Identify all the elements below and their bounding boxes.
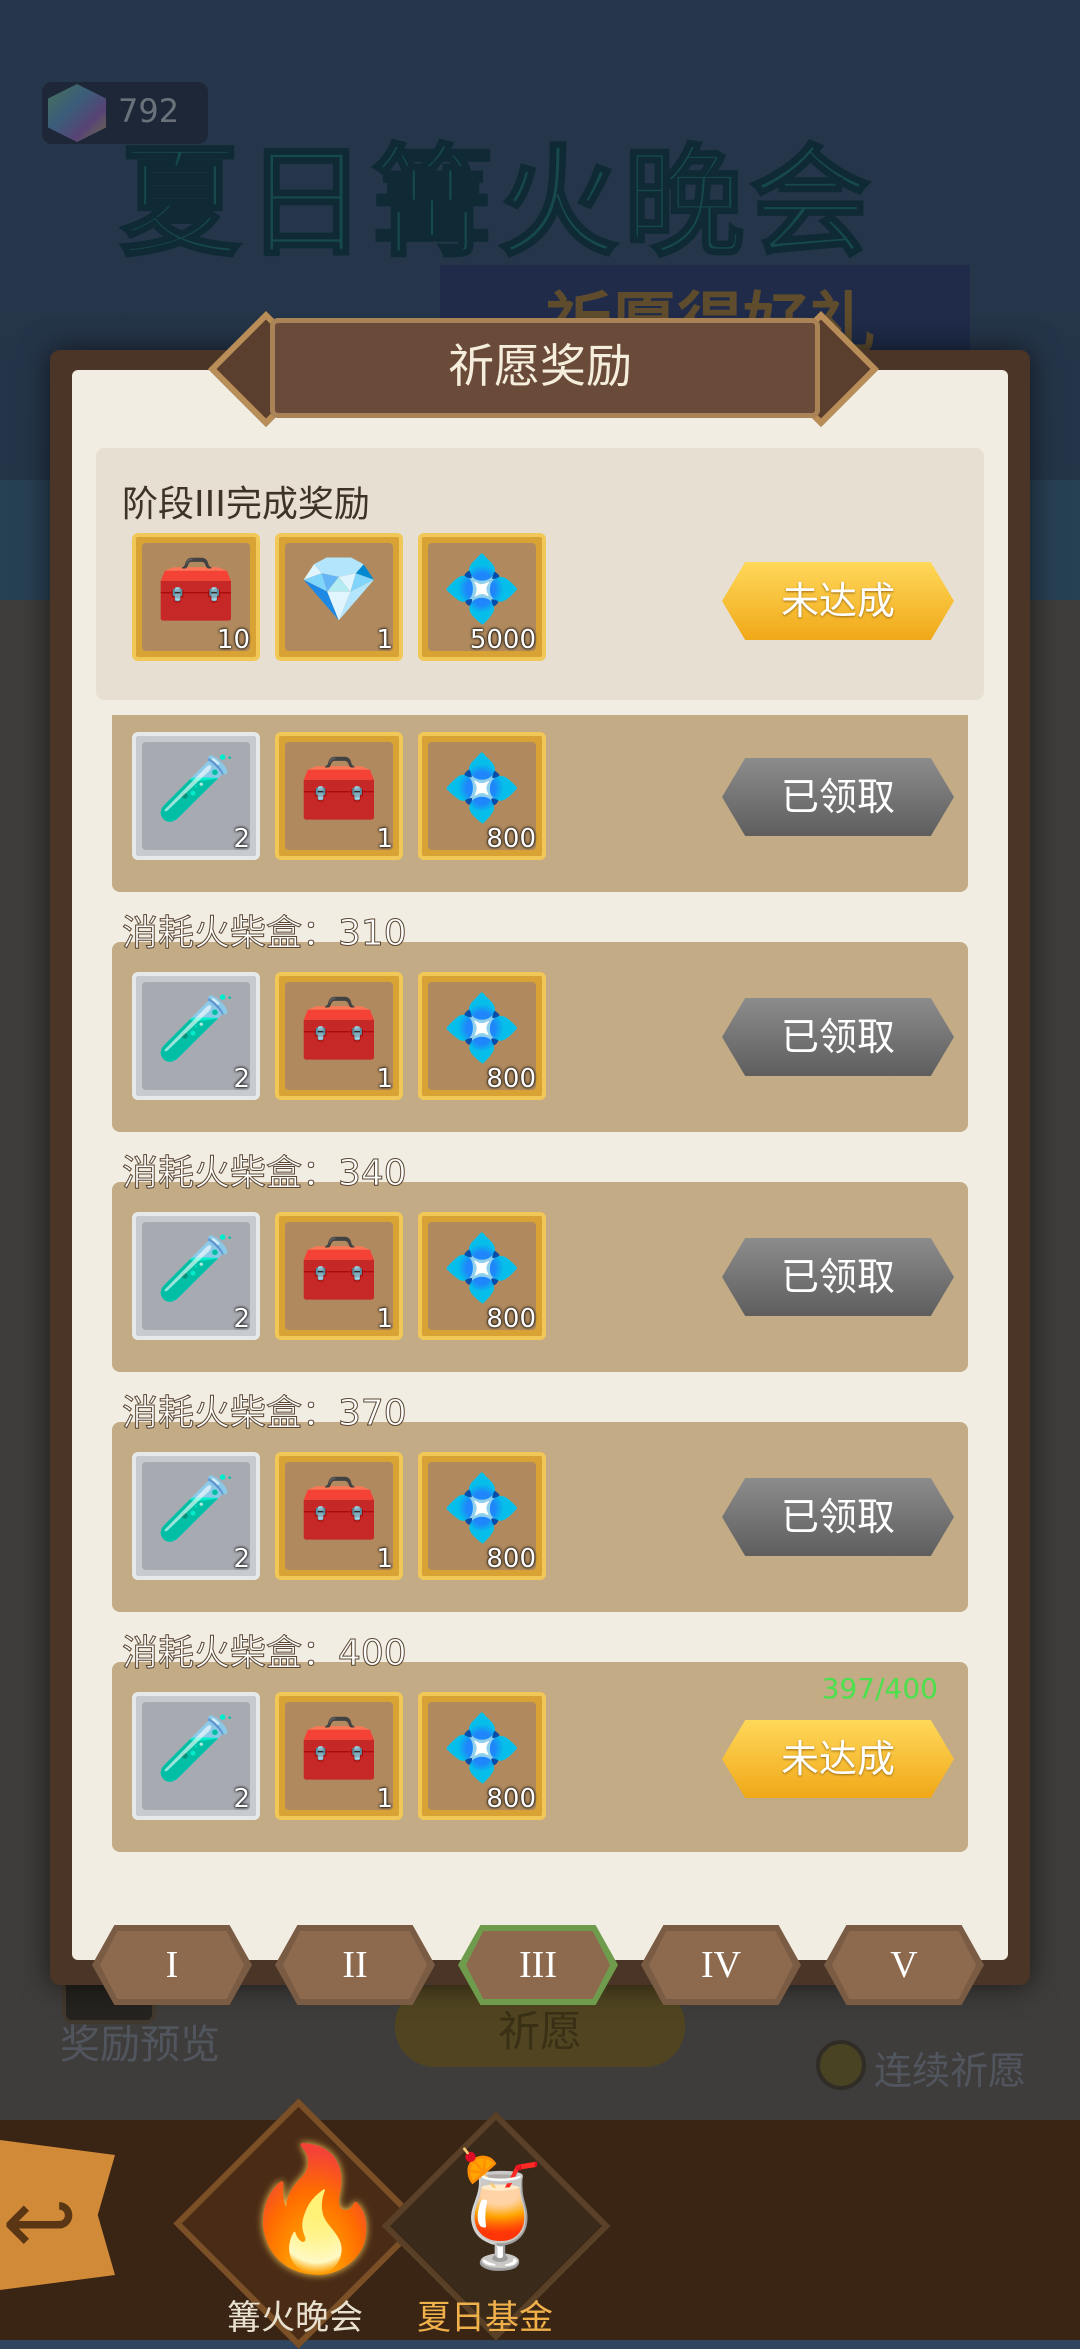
diamond-chest-icon: 💠 — [442, 1232, 522, 1306]
claimed-button[interactable]: 已领取 — [722, 1478, 954, 1556]
reward-item-slot[interactable]: 💠 800 — [418, 972, 546, 1100]
item-quantity: 800 — [486, 1064, 536, 1094]
reward-item-slot[interactable]: 🧪 2 — [132, 972, 260, 1100]
reward-item-slot[interactable]: 🧰 1 — [275, 972, 403, 1100]
item-quantity: 800 — [486, 1784, 536, 1814]
row-threshold-label: 消耗火柴盒：280 — [122, 715, 407, 716]
row-threshold-label: 消耗火柴盒：400 — [122, 1633, 408, 1675]
modal-title: 祈愿奖励 — [448, 339, 632, 393]
item-quantity: 1 — [376, 625, 393, 655]
tab-stage-V[interactable]: V — [824, 1925, 984, 2005]
tab-stage-IV[interactable]: IV — [641, 1925, 801, 2005]
reward-item-slot[interactable]: 💠 5000 — [418, 533, 546, 661]
silver-chest-icon: 🧰 — [299, 1232, 379, 1306]
reward-item-slot[interactable]: 🧪 2 — [132, 732, 260, 860]
diamond-chest-icon: 💠 — [442, 992, 522, 1066]
stage-claim-button[interactable]: 未达成 — [722, 562, 954, 640]
reward-item-slot[interactable]: 💠 800 — [418, 732, 546, 860]
reward-row: 消耗火柴盒：400 🧪 2 🧰 1 💠 800 397/400 未达成 — [112, 1633, 968, 1852]
reward-item-slot[interactable]: 🧰 1 — [275, 1692, 403, 1820]
back-arrow-icon[interactable]: ↩ — [2, 2170, 77, 2275]
reward-item-slot[interactable]: 🧰 1 — [275, 732, 403, 860]
silver-chest-icon: 🧰 — [299, 1472, 379, 1546]
tab-label: I — [165, 1944, 179, 1986]
item-quantity: 800 — [486, 1544, 536, 1574]
coconut-drink-icon[interactable]: 🍹 — [432, 2155, 569, 2265]
item-quantity: 5000 — [469, 625, 536, 655]
claim-button[interactable]: 未达成 — [722, 1720, 954, 1798]
potion-icon: 🧪 — [156, 1232, 236, 1306]
item-quantity: 2 — [233, 1304, 250, 1334]
diamond-chest-icon: 💠 — [442, 752, 522, 826]
reward-row: 消耗火柴盒：370 🧪 2 🧰 1 💠 800 已领取 — [112, 1393, 968, 1612]
item-quantity: 800 — [486, 1304, 536, 1334]
reward-item-slot[interactable]: 🧪 2 — [132, 1692, 260, 1820]
reward-item-slot[interactable]: 🧰 1 — [275, 1212, 403, 1340]
reward-row: 消耗火柴盒：280🧪2🧰1💠800已领取 — [112, 715, 968, 892]
tab-stage-III[interactable]: III — [458, 1925, 618, 2005]
silver-chest-icon: 🧰 — [299, 992, 379, 1066]
claimed-button[interactable]: 已领取 — [722, 1238, 954, 1316]
tab-label: II — [342, 1944, 368, 1986]
reward-item-slot[interactable]: 🧰 10 — [132, 533, 260, 661]
tab-stage-I[interactable]: I — [92, 1925, 252, 2005]
stage-complete-title: 阶段III完成奖励 — [122, 484, 370, 525]
reward-row: 消耗火柴盒：310 🧪 2 🧰 1 💠 800 已领取 — [112, 913, 968, 1132]
silver-chest-icon: 🧰 — [299, 1712, 379, 1786]
silver-chest-icon: 🧰 — [299, 752, 379, 826]
diamond-chest-icon: 💠 — [442, 1712, 522, 1786]
potion-icon: 🧪 — [156, 1712, 236, 1786]
reward-item-slot[interactable]: 💠 800 — [418, 1212, 546, 1340]
item-quantity: 800 — [486, 824, 536, 854]
row-threshold-label: 消耗火柴盒：370 — [122, 1393, 408, 1435]
tab-summer-fund[interactable]: 夏日基金 — [400, 2290, 570, 2339]
reward-row: 消耗火柴盒：340 🧪 2 🧰 1 💠 800 已领取 — [112, 1153, 968, 1372]
item-quantity: 1 — [376, 1064, 393, 1094]
gem-chest-icon: 💎 — [299, 553, 379, 627]
item-quantity: 1 — [376, 824, 393, 854]
reward-item-slot[interactable]: 🧰 1 — [275, 1452, 403, 1580]
tab-label: V — [890, 1944, 918, 1986]
tab-label: III — [519, 1944, 557, 1986]
bonfire-icon[interactable]: 🔥 — [240, 2150, 389, 2270]
item-quantity: 10 — [216, 625, 250, 655]
diamond-chest-icon: 💠 — [442, 553, 522, 627]
row-threshold-label: 消耗火柴盒：340 — [122, 1153, 408, 1195]
row-threshold-label: 消耗火柴盒：310 — [122, 913, 408, 955]
progress-counter: 397/400 — [821, 1672, 938, 1705]
claimed-button[interactable]: 已领取 — [722, 758, 954, 836]
tab-stage-II[interactable]: II — [275, 1925, 435, 2005]
item-quantity: 2 — [233, 1784, 250, 1814]
reward-item-slot[interactable]: 💠 800 — [418, 1692, 546, 1820]
item-quantity: 1 — [376, 1544, 393, 1574]
tab-bonfire-party[interactable]: 篝火晚会 — [210, 2290, 380, 2339]
item-quantity: 1 — [376, 1304, 393, 1334]
reward-item-slot[interactable]: 🧪 2 — [132, 1452, 260, 1580]
potion-icon: 🧪 — [156, 992, 236, 1066]
potion-icon: 🧪 — [156, 752, 236, 826]
item-quantity: 1 — [376, 1784, 393, 1814]
reward-item-slot[interactable]: 💎 1 — [275, 533, 403, 661]
item-quantity: 2 — [233, 1544, 250, 1574]
diamond-chest-icon: 💠 — [442, 1472, 522, 1546]
item-quantity: 2 — [233, 1064, 250, 1094]
potion-icon: 🧪 — [156, 1472, 236, 1546]
claimed-button[interactable]: 已领取 — [722, 998, 954, 1076]
item-quantity: 2 — [233, 824, 250, 854]
tab-label: IV — [700, 1944, 742, 1986]
reward-item-slot[interactable]: 💠 800 — [418, 1452, 546, 1580]
reward-list[interactable]: 消耗火柴盒：280🧪2🧰1💠800已领取消耗火柴盒：310🧪2🧰1💠800已领取… — [96, 715, 984, 1875]
reward-item-slot[interactable]: 🧪 2 — [132, 1212, 260, 1340]
silver-chest-icon: 🧰 — [156, 553, 236, 627]
